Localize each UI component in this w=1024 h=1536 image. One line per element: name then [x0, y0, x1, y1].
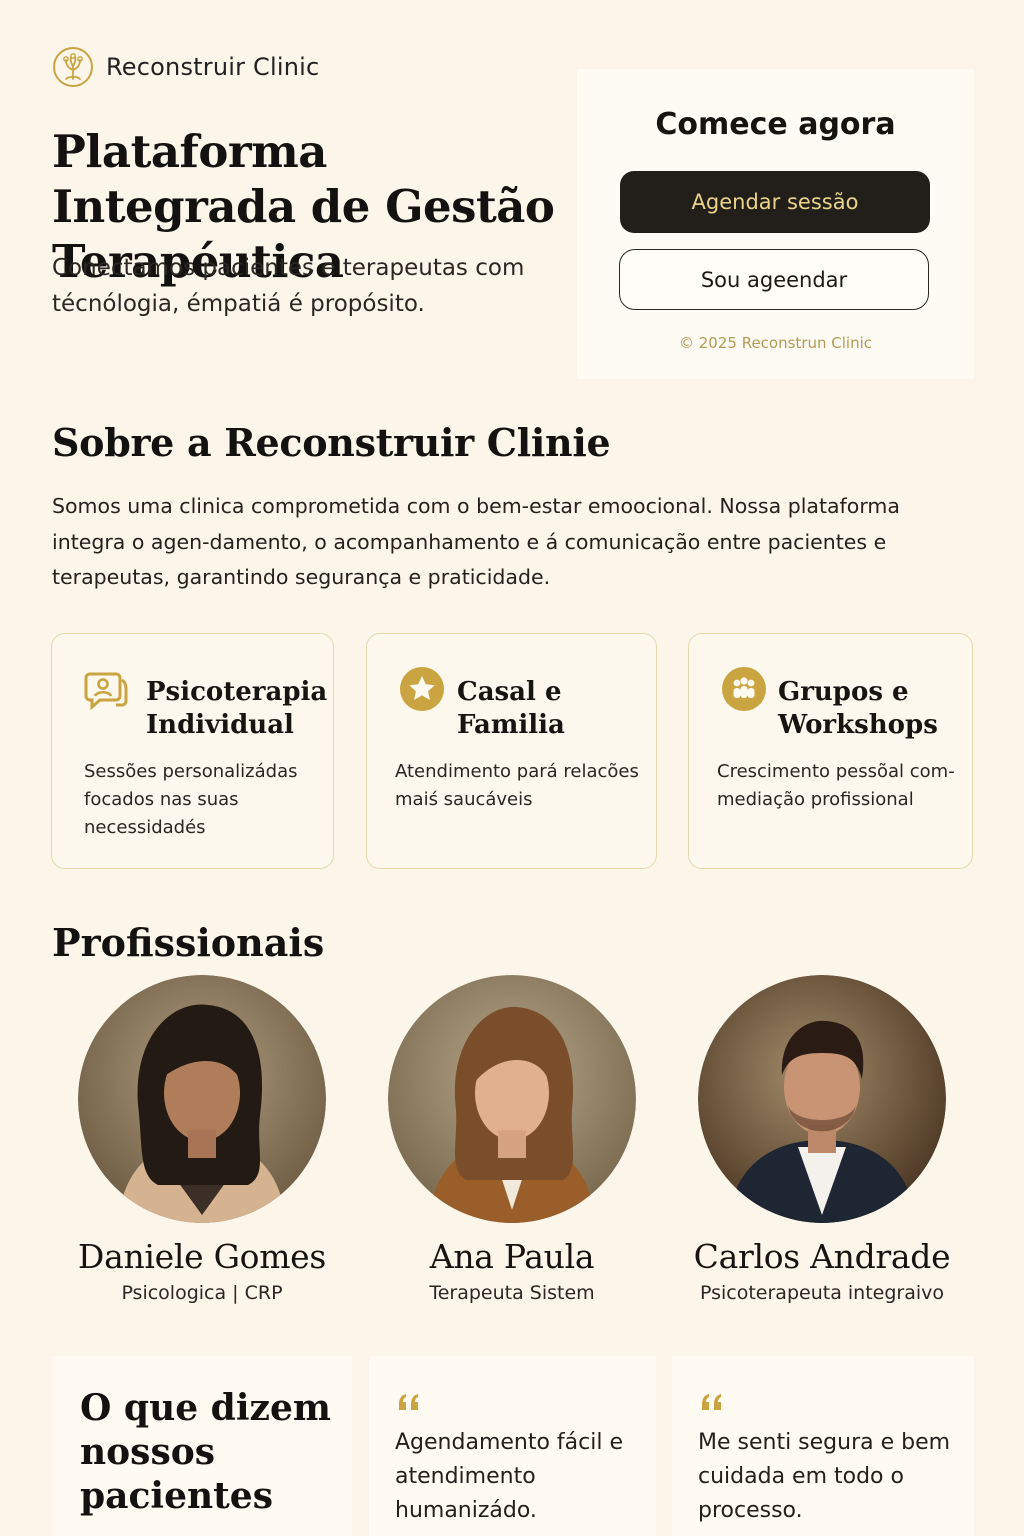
service-card-couple-family[interactable]: Casal e Familia Atendimento pará relacõe…: [366, 633, 657, 869]
service-title: Casal e Familia: [457, 677, 565, 740]
professional-card[interactable]: Carlos Andrade Psicoterapeuta integraivo: [662, 975, 982, 1304]
professional-name: Daniele Gomes: [77, 1237, 327, 1276]
service-description: Sessões personalizádas focados nas suas …: [84, 761, 298, 838]
service-description: Atendimento pará relacões maiś saucáveis: [395, 761, 639, 810]
secondary-schedule-button[interactable]: Sou ageendar: [619, 249, 929, 310]
testimonial-text: Me senti segura e bem cuidada em todo o …: [698, 1430, 951, 1523]
brand-name: Reconstruir Clinic: [106, 53, 320, 81]
brand[interactable]: Reconstruir Clinic: [52, 46, 319, 88]
star-icon: [400, 667, 444, 711]
testimonial-card: Agendamento fácil e atendimento humanizá…: [369, 1356, 656, 1536]
hero-subtitle: Conectamos pacientes e terapeutas com té…: [52, 255, 525, 317]
quote-icon: [399, 1394, 418, 1410]
testimonial-text: Agendamento fácil e atendimento humanizá…: [395, 1430, 624, 1523]
group-icon: [722, 667, 766, 711]
schedule-session-button[interactable]: Agendar sessão: [620, 171, 930, 233]
service-card-groups-workshops[interactable]: Grupos e Workshops Crescimento pessõal c…: [688, 633, 973, 869]
service-card-individual[interactable]: Psicoterapia Individual Sessões personal…: [51, 633, 334, 869]
chat-bubble-icon: [84, 672, 128, 711]
copyright-text: © 2025 Reconstrun Clinic: [679, 334, 872, 352]
professional-photo: [78, 975, 326, 1223]
professional-name: Ana Paula: [429, 1237, 595, 1276]
about-title: Sobre a Reconstruir Clinie: [52, 420, 611, 465]
professional-role: Terapeuta Sistem: [429, 1282, 595, 1304]
professional-photo: [388, 975, 636, 1223]
service-title: Grupos e Workshops: [778, 677, 938, 740]
professional-name: Carlos Andrade: [693, 1237, 951, 1276]
professional-role: Psicologica | CRP: [121, 1282, 283, 1304]
about-text: Somos uma clinica comprometida com o bem…: [52, 494, 900, 589]
service-description: Crescimento pessõal com-mediação profiss…: [717, 761, 955, 810]
tree-in-circle-icon: [53, 47, 93, 87]
cta-title: Comece agora: [655, 107, 896, 142]
professional-role: Psicoterapeuta integraivo: [699, 1282, 944, 1304]
testimonial-card: Me senti segura e bem cuidada em todo o …: [672, 1356, 974, 1536]
professional-card[interactable]: Daniele Gomes Psicologica | CRP: [42, 975, 362, 1304]
professional-photo: [698, 975, 946, 1223]
quote-icon: [702, 1394, 721, 1410]
testimonials-heading-box: O que dizem nossos pacientes: [52, 1356, 352, 1536]
testimonials-title: O que dizem nossos pacientes: [80, 1387, 331, 1517]
professionals-title: Profissionais: [52, 920, 325, 965]
professional-card[interactable]: Ana Paula Terapeuta Sistem: [352, 975, 672, 1304]
service-title: Psicoterapia Individual: [146, 677, 328, 740]
cta-card: Comece agora Agendar sessão Sou ageendar…: [577, 69, 974, 379]
